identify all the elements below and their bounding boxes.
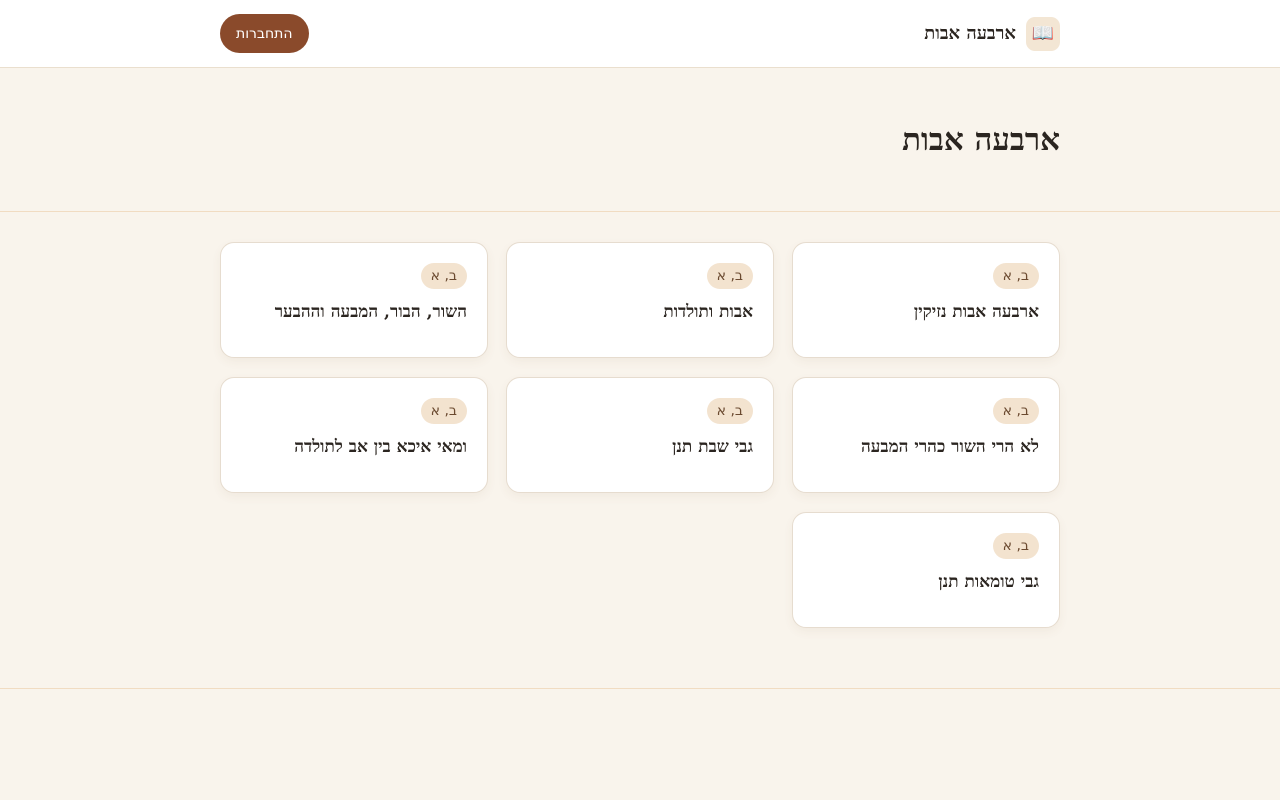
topic-card[interactable]: ב, א אבות ותולדות [506,242,774,358]
topic-card[interactable]: ב, א גבי טומאות תנן [792,512,1060,628]
card-title: ומאי איכא בין אב לתולדה [294,437,467,457]
card-title: גבי שבת תנן [672,437,753,457]
topic-card[interactable]: ב, א לא הרי השור כהרי המבעה [792,377,1060,493]
topic-card[interactable]: ב, א גבי שבת תנן [506,377,774,493]
open-book-icon: 📖 [1026,16,1060,51]
top-bar: 📖 ארבעה אבות התחברות [0,0,1280,68]
reference-badge: ב, א [706,263,753,289]
topic-card[interactable]: ב, א השור, הבור, המבעה וההבער [220,242,488,358]
cards-section: ב, א ארבעה אבות נזיקין ב, א אבות ותולדות… [0,212,1280,689]
card-title: אבות ותולדות [663,302,753,322]
topic-card[interactable]: ב, א ארבעה אבות נזיקין [792,242,1060,358]
reference-badge: ב, א [706,398,753,424]
card-title: לא הרי השור כהרי המבעה [861,437,1039,457]
page-title: ארבעה אבות [902,122,1060,158]
reference-badge: ב, א [992,533,1039,559]
reference-badge: ב, א [420,398,467,424]
cards-grid: ב, א ארבעה אבות נזיקין ב, א אבות ותולדות… [220,242,1060,628]
card-title: גבי טומאות תנן [938,572,1039,592]
login-button[interactable]: התחברות [220,14,309,53]
card-title: השור, הבור, המבעה וההבער [274,302,467,322]
reference-badge: ב, א [992,398,1039,424]
hero-section: ארבעה אבות [0,68,1280,212]
card-title: ארבעה אבות נזיקין [913,302,1039,322]
top-bar-inner: 📖 ארבעה אבות התחברות [220,0,1060,67]
brand-title: ארבעה אבות [924,23,1016,44]
brand[interactable]: 📖 ארבעה אבות [924,16,1060,51]
topic-card[interactable]: ב, א ומאי איכא בין אב לתולדה [220,377,488,493]
reference-badge: ב, א [420,263,467,289]
reference-badge: ב, א [992,263,1039,289]
